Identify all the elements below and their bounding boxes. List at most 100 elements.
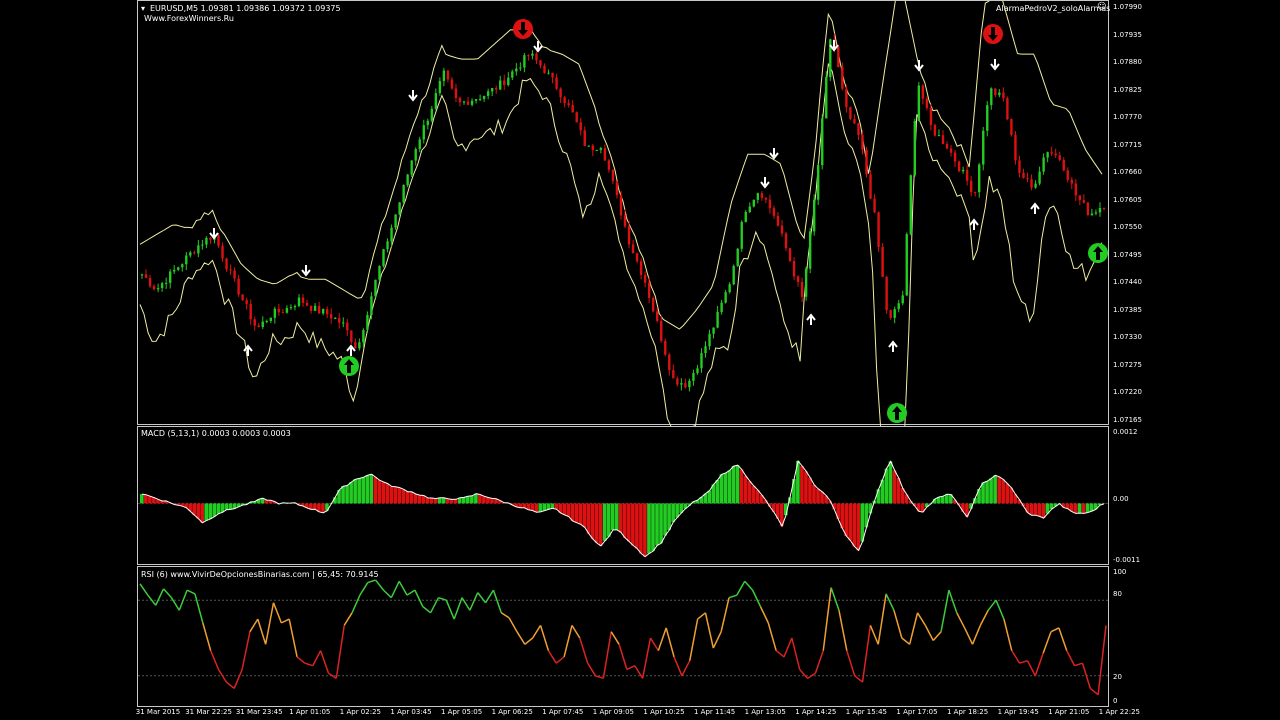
macd-bar <box>224 503 229 510</box>
macd-bar <box>727 470 732 504</box>
macd-panel[interactable]: MACD (5,13,1) 0.0003 0.0003 0.0003 <box>137 426 1110 565</box>
candle-body <box>643 274 647 283</box>
time-axis: 31 Mar 2015 31 Mar 22:25 31 Mar 23:45 1 Apr… <box>136 707 1164 720</box>
macd-bar <box>474 493 478 504</box>
macd-bar <box>792 479 796 504</box>
candle-body <box>350 330 353 343</box>
rsi-segment <box>500 612 510 619</box>
candle-body <box>627 226 631 245</box>
macd-bar <box>546 503 551 510</box>
candle-body <box>990 88 993 106</box>
price-panel[interactable]: ▾ EURUSD,M5 1.09381 1.09386 1.09372 1.09… <box>137 0 1110 426</box>
candle-body <box>257 325 260 327</box>
rsi-segment <box>641 637 652 679</box>
rsi-segment <box>571 625 581 639</box>
candle-body <box>462 101 466 103</box>
macd-bar <box>594 503 599 543</box>
candle-body <box>543 65 546 74</box>
candle-body <box>961 169 965 172</box>
time-tick-label: 1 Apr 06:25 <box>491 708 533 716</box>
macd-bar <box>892 470 897 504</box>
macd-label: MACD (5,13,1) 0.0003 0.0003 0.0003 <box>141 429 291 438</box>
macd-bar <box>578 503 583 525</box>
time-tick-label: 1 Apr 17:05 <box>896 708 938 716</box>
candle-body <box>301 297 305 303</box>
macd-bar <box>377 480 382 504</box>
macd-bar <box>1073 503 1078 514</box>
candle-body <box>1042 157 1045 172</box>
candle-body <box>185 255 188 265</box>
rsi-segment <box>728 594 738 599</box>
rsi-segment <box>257 618 267 645</box>
candle-body <box>885 276 888 311</box>
candle-body <box>660 320 663 341</box>
rsi-segment <box>547 650 557 664</box>
arrow-down-icon <box>301 265 311 277</box>
candle-body <box>1030 179 1033 188</box>
macd-bar <box>590 503 595 539</box>
rsi-segment <box>783 637 793 658</box>
macd-bar <box>856 503 861 551</box>
symbol-dropdown-icon[interactable]: ▾ <box>141 4 145 13</box>
macd-bar <box>816 488 820 504</box>
macd-bar <box>993 475 997 504</box>
chart-window[interactable]: ▾ EURUSD,M5 1.09381 1.09386 1.09372 1.09… <box>136 0 1164 720</box>
rsi-segment <box>272 602 283 624</box>
candle-body <box>277 308 281 313</box>
rsi-segment <box>932 631 942 642</box>
candle-body <box>760 193 764 198</box>
candle-body <box>478 98 482 100</box>
rsi-segment <box>759 606 769 624</box>
candle-body <box>668 354 671 371</box>
arrow-down-icon <box>769 148 779 160</box>
price-tick-label: 1.07715 <box>1113 140 1142 149</box>
macd-bar <box>441 497 446 504</box>
macd-bar <box>389 486 394 504</box>
candle-body <box>1090 213 1094 216</box>
time-tick-label: 1 Apr 01:05 <box>289 708 331 716</box>
candle-body <box>466 101 470 105</box>
candle-body <box>547 72 550 74</box>
macd-bar <box>635 503 639 549</box>
candle-body <box>164 282 168 284</box>
rsi-segment <box>249 618 259 633</box>
candle-body <box>696 368 699 374</box>
price-tick-label: 1.07385 <box>1113 305 1142 314</box>
time-tick-label: 1 Apr 02:25 <box>339 708 381 716</box>
macd-bar <box>639 503 643 554</box>
rsi-segment <box>869 625 879 645</box>
candle-body <box>1082 200 1086 203</box>
candle-body <box>523 55 526 68</box>
candle-body <box>1102 208 1106 210</box>
rsi-panel[interactable]: RSI (6) www.VivirDeOpcionesBinarias.com … <box>137 566 1110 707</box>
macd-bar <box>671 503 675 523</box>
rsi-segment <box>665 627 675 658</box>
candle-body <box>704 346 707 354</box>
candle-body <box>575 112 578 123</box>
macd-bar <box>627 503 631 542</box>
rsi-segment <box>1003 618 1013 651</box>
macd-bar <box>610 503 615 530</box>
rsi-segment <box>139 583 149 596</box>
rsi-segment <box>634 665 644 679</box>
candle-body <box>953 152 957 162</box>
candle-body <box>144 274 148 278</box>
candle-body <box>901 295 904 304</box>
candle-body <box>949 148 953 153</box>
rsi-segment <box>170 597 180 611</box>
candle-body <box>619 195 623 216</box>
rsi-segment <box>312 650 322 667</box>
macd-bar <box>349 482 353 504</box>
macd-bar <box>643 503 647 557</box>
candle-body <box>382 249 385 267</box>
rsi-segment <box>893 610 903 639</box>
rsi-segment <box>155 588 165 606</box>
candle-body <box>611 169 615 182</box>
candle-body <box>631 244 635 254</box>
macd-bar <box>538 503 543 512</box>
rsi-segment <box>673 656 683 677</box>
macd-bar <box>490 498 494 504</box>
macd-bar <box>425 497 430 504</box>
time-tick-label: 1 Apr 19:45 <box>997 708 1039 716</box>
candle-body <box>768 199 772 209</box>
